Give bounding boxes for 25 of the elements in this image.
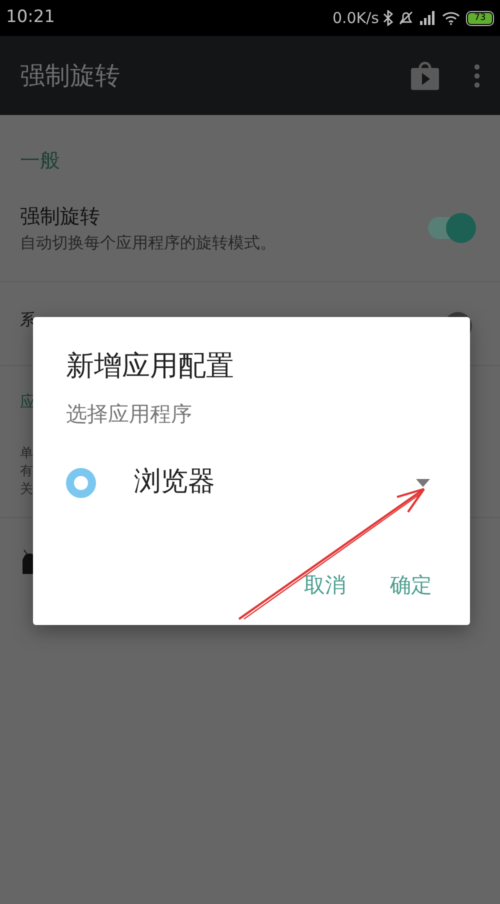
setting-subtitle: 自动切换每个应用程序的旋转模式。 [20,232,277,254]
description-text: 有 [20,462,33,480]
description-text: 关 [20,480,33,498]
more-options-icon[interactable] [474,64,480,88]
signal-icon [420,11,436,25]
play-store-icon[interactable] [410,60,440,90]
app-dropdown[interactable]: 浏览器 [66,460,430,504]
bluetooth-icon [383,10,393,26]
cancel-button[interactable]: 取消 [304,574,346,596]
dropdown-caret-icon [416,478,430,486]
setting-title: 强制旋转 [20,203,101,230]
dialog-title: 新增应用配置 [66,348,235,384]
status-time: 10:21 [6,6,55,30]
dialog-label: 选择应用程序 [66,401,193,428]
ring-icon [66,468,96,498]
section-header: 一般 [20,148,60,172]
setting-row[interactable]: 强制旋转 自动切换每个应用程序的旋转模式。 [0,175,500,282]
wifi-icon [442,11,460,25]
muted-bell-icon [398,10,414,26]
confirm-button[interactable]: 确定 [390,574,432,596]
description-text: 单 [20,444,33,462]
network-speed: 0.0K/s [332,8,379,29]
battery-level: 73 [468,12,492,24]
app-title: 强制旋转 [20,60,120,92]
android-icon [22,548,34,574]
